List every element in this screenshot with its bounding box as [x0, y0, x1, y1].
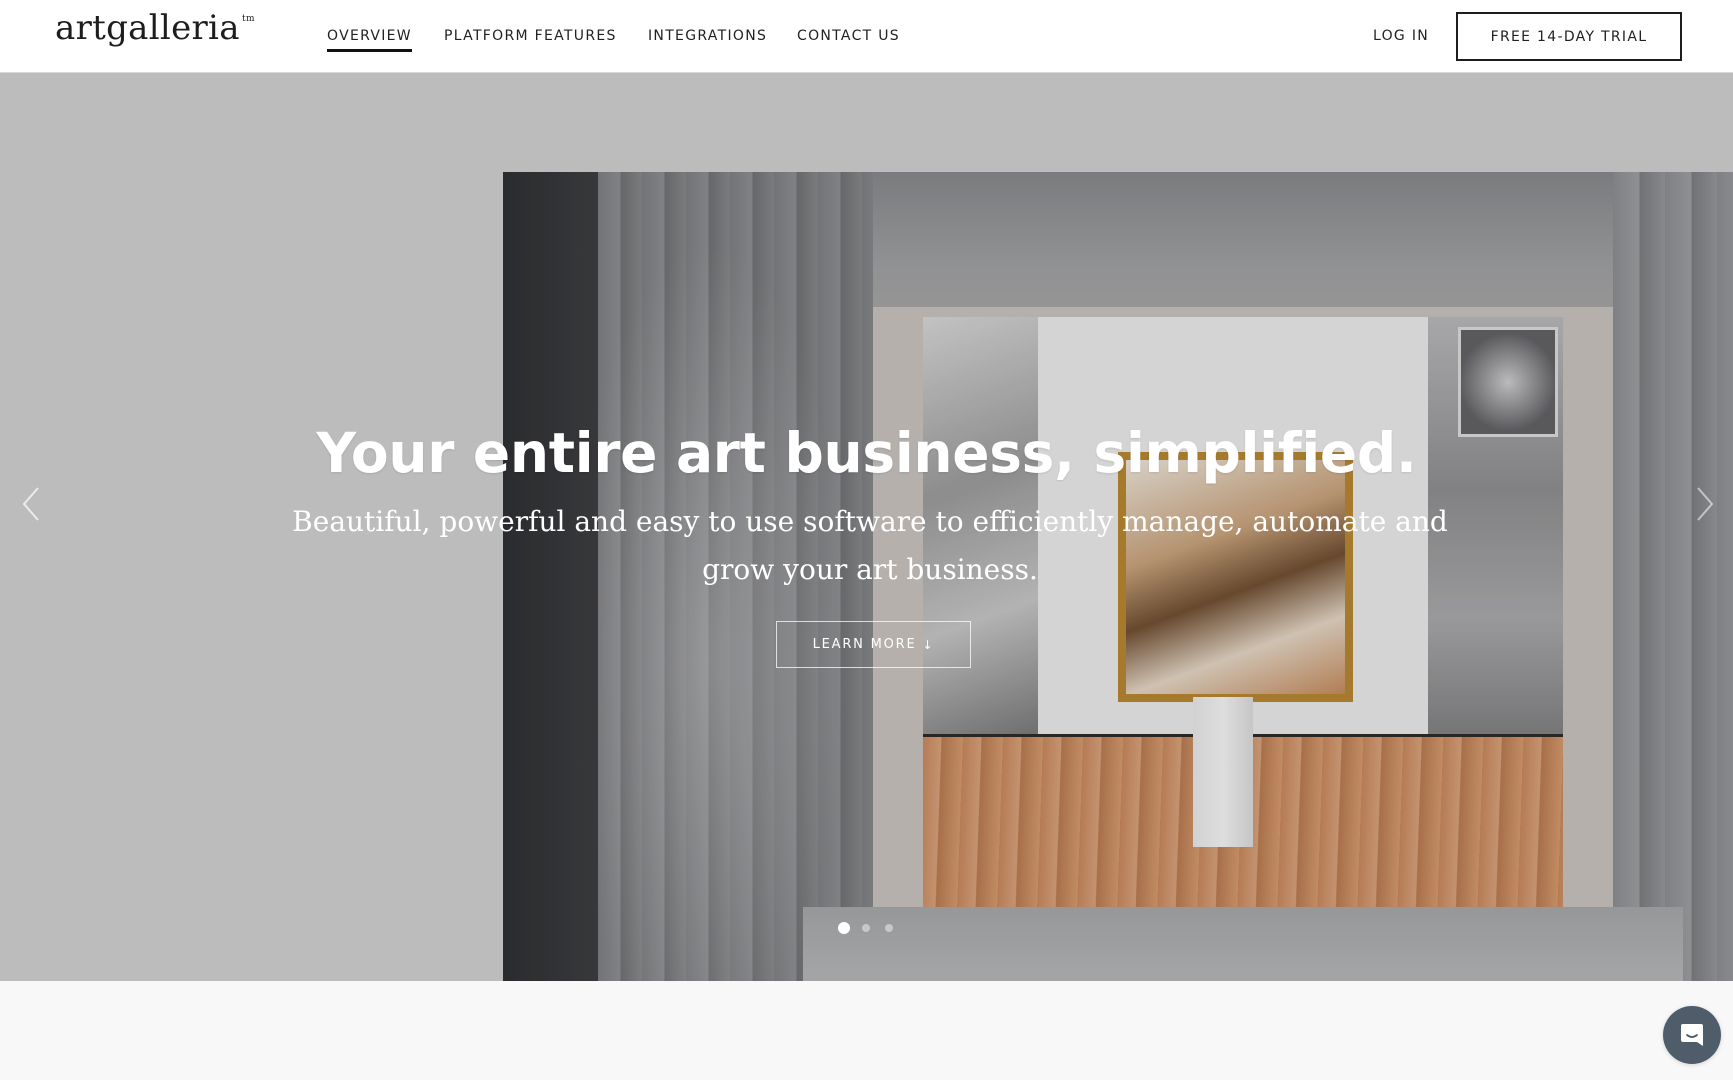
carousel-pagination [838, 922, 908, 934]
nav-item-contact-us[interactable]: CONTACT US [797, 28, 900, 44]
free-trial-button[interactable]: FREE 14-DAY TRIAL [1456, 12, 1682, 61]
chat-bubble-icon [1681, 1024, 1703, 1046]
login-link[interactable]: LOG IN [1373, 28, 1429, 44]
site-header: artgalleria tm OVERVIEW PLATFORM FEATURE… [0, 0, 1733, 73]
learn-more-button[interactable]: LEARN MORE ↓ [776, 621, 971, 668]
chevron-left-icon [22, 487, 39, 521]
carousel-next-button[interactable] [1695, 486, 1715, 522]
logo[interactable]: artgalleria tm [55, 8, 255, 48]
chat-widget-button[interactable] [1663, 1006, 1721, 1064]
carousel-prev-button[interactable] [21, 486, 41, 522]
chevron-right-icon [1697, 487, 1714, 521]
nav-item-overview[interactable]: OVERVIEW [327, 28, 412, 52]
hero-headline: Your entire art business, simplified. [316, 421, 1417, 485]
logo-text: artgalleria [55, 8, 240, 48]
hero-content: Your entire art business, simplified. Be… [0, 73, 1733, 981]
arrow-down-icon: ↓ [922, 637, 935, 652]
carousel-dot-1[interactable] [838, 922, 850, 934]
learn-more-label: LEARN MORE [812, 637, 917, 652]
carousel-dot-2[interactable] [862, 924, 870, 932]
hero-subtitle: Beautiful, powerful and easy to use soft… [292, 505, 1448, 586]
carousel-dot-3[interactable] [885, 924, 893, 932]
nav-item-platform-features[interactable]: PLATFORM FEATURES [444, 28, 617, 44]
nav-item-integrations[interactable]: INTEGRATIONS [648, 28, 767, 44]
trademark-mark: tm [242, 14, 255, 24]
hero-carousel: Your entire art business, simplified. Be… [0, 73, 1733, 981]
